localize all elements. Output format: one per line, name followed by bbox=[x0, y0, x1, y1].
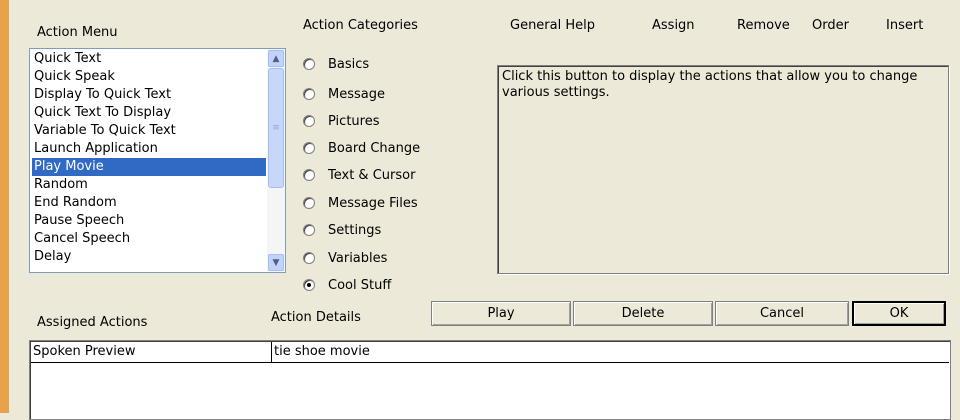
list-item[interactable]: Variable To Quick Text bbox=[32, 122, 176, 140]
table-row[interactable]: Spoken Preview tie shoe movie bbox=[31, 342, 949, 363]
list-item[interactable]: Delay bbox=[32, 248, 71, 266]
play-button[interactable]: Play bbox=[431, 301, 571, 326]
radio-circle-icon bbox=[303, 197, 315, 209]
radio-circle-icon bbox=[303, 58, 315, 70]
action-cell[interactable]: Spoken Preview bbox=[31, 342, 271, 362]
action-categories-label: Action Categories bbox=[303, 18, 418, 33]
action-menu-list[interactable]: Quick Text Quick Speak Display To Quick … bbox=[29, 48, 286, 273]
radio-label: Message Files bbox=[328, 195, 418, 211]
remove-link[interactable]: Remove bbox=[737, 18, 790, 33]
radio-basics[interactable]: Basics bbox=[303, 54, 369, 74]
radio-circle-icon bbox=[303, 115, 315, 127]
action-details-label: Action Details bbox=[271, 310, 361, 325]
list-item[interactable]: Quick Text To Display bbox=[32, 104, 171, 122]
radio-message-files[interactable]: Message Files bbox=[303, 193, 418, 213]
radio-circle-icon bbox=[303, 224, 315, 236]
scroll-down-button[interactable]: ▼ bbox=[268, 254, 284, 271]
ok-button[interactable]: OK bbox=[852, 301, 946, 326]
assigned-actions-label: Assigned Actions bbox=[37, 315, 148, 330]
radio-text-cursor[interactable]: Text & Cursor bbox=[303, 165, 415, 185]
cancel-button[interactable]: Cancel bbox=[715, 301, 849, 326]
list-item[interactable]: Quick Speak bbox=[32, 68, 115, 86]
list-item[interactable]: Launch Application bbox=[32, 140, 158, 158]
radio-label: Board Change bbox=[328, 140, 421, 156]
list-item[interactable]: Quick Text bbox=[32, 50, 101, 68]
window-edge-accent bbox=[0, 0, 9, 413]
radio-settings[interactable]: Settings bbox=[303, 220, 381, 240]
action-menu-scrollbar[interactable]: ▲ ≡ ▼ bbox=[267, 49, 285, 272]
list-item[interactable]: Cancel Speech bbox=[32, 230, 130, 248]
radio-label: Message bbox=[328, 86, 385, 102]
chevron-up-icon: ▲ bbox=[272, 53, 280, 64]
radio-circle-icon bbox=[303, 252, 315, 264]
radio-pictures[interactable]: Pictures bbox=[303, 111, 379, 131]
list-item[interactable]: Random bbox=[32, 176, 88, 194]
action-menu-label: Action Menu bbox=[37, 25, 118, 40]
details-cell[interactable]: tie shoe movie bbox=[271, 342, 950, 362]
grip-icon: ≡ bbox=[272, 123, 280, 133]
list-item[interactable]: Pause Speech bbox=[32, 212, 124, 230]
radio-label: Text & Cursor bbox=[328, 167, 416, 183]
radio-label: Settings bbox=[328, 222, 382, 238]
radio-cool-stuff[interactable]: Cool Stuff bbox=[303, 275, 391, 295]
insert-link[interactable]: Insert bbox=[886, 18, 923, 33]
general-help-link[interactable]: General Help bbox=[510, 18, 595, 33]
list-item[interactable]: Display To Quick Text bbox=[32, 86, 171, 104]
order-link[interactable]: Order bbox=[812, 18, 849, 33]
radio-message[interactable]: Message bbox=[303, 84, 385, 104]
delete-button[interactable]: Delete bbox=[573, 301, 713, 326]
assigned-actions-table[interactable]: Spoken Preview tie shoe movie bbox=[29, 340, 951, 420]
list-item[interactable]: End Random bbox=[32, 194, 117, 212]
scroll-thumb[interactable]: ≡ bbox=[268, 68, 284, 188]
radio-label: Cool Stuff bbox=[328, 277, 392, 293]
radio-circle-icon bbox=[303, 142, 315, 154]
radio-checked-icon bbox=[303, 279, 315, 291]
help-description-panel: Click this button to display the actions… bbox=[497, 65, 949, 274]
radio-label: Basics bbox=[328, 56, 370, 72]
radio-label: Variables bbox=[328, 250, 388, 266]
radio-circle-icon bbox=[303, 169, 315, 181]
radio-board-change[interactable]: Board Change bbox=[303, 138, 420, 158]
scroll-up-button[interactable]: ▲ bbox=[268, 50, 284, 67]
assign-link[interactable]: Assign bbox=[652, 18, 695, 33]
radio-label: Pictures bbox=[328, 113, 380, 129]
radio-variables[interactable]: Variables bbox=[303, 248, 387, 268]
chevron-down-icon: ▼ bbox=[272, 257, 280, 268]
list-item-selected[interactable]: Play Movie bbox=[32, 158, 266, 176]
radio-circle-icon bbox=[303, 88, 315, 100]
